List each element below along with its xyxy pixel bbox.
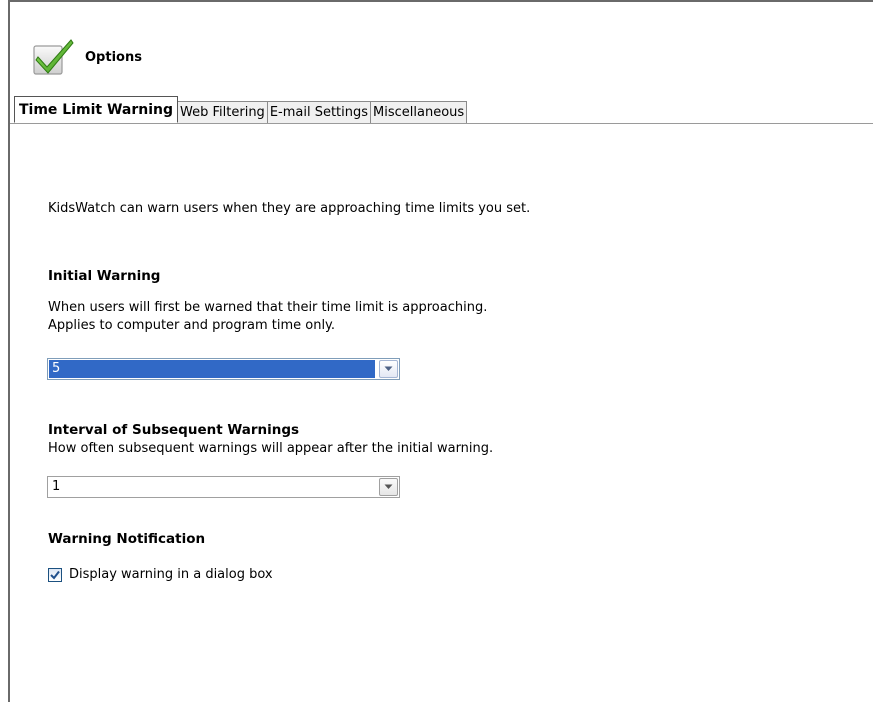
initial-warning-description-2: Applies to computer and program time onl… <box>48 318 336 333</box>
warning-notification-heading: Warning Notification <box>48 531 206 547</box>
tab-bar: Time Limit Warning Web Filtering E-mail … <box>14 96 468 123</box>
initial-warning-value: 5 <box>49 360 375 378</box>
check-icon <box>50 570 60 580</box>
display-warning-checkbox[interactable] <box>48 567 62 582</box>
page-title: Options <box>85 49 142 65</box>
display-warning-option[interactable]: Display warning in a dialog box <box>48 567 273 582</box>
tab-email-settings[interactable]: E-mail Settings <box>266 101 372 123</box>
interval-description: How often subsequent warnings will appea… <box>48 441 494 456</box>
tab-web-filtering[interactable]: Web Filtering <box>177 101 268 123</box>
interval-heading: Interval of Subsequent Warnings <box>48 422 300 438</box>
initial-warning-dropdown-button[interactable] <box>379 360 398 378</box>
initial-warning-heading: Initial Warning <box>48 268 161 284</box>
chevron-down-icon <box>384 366 393 371</box>
tab-time-limit-warning[interactable]: Time Limit Warning <box>14 96 179 123</box>
display-warning-label: Display warning in a dialog box <box>69 567 273 582</box>
interval-dropdown-button[interactable] <box>379 478 398 496</box>
checkmark-icon <box>33 39 74 75</box>
intro-text: KidsWatch can warn users when they are a… <box>48 201 531 216</box>
chevron-down-icon <box>384 484 393 489</box>
initial-warning-description-1: When users will first be warned that the… <box>48 300 488 315</box>
tab-miscellaneous[interactable]: Miscellaneous <box>370 101 468 123</box>
interval-select[interactable]: 1 <box>47 476 400 498</box>
window-border-left <box>8 0 10 702</box>
interval-value: 1 <box>52 479 61 494</box>
options-header: Options <box>32 37 142 77</box>
window-border-top <box>8 0 873 2</box>
initial-warning-select[interactable]: 5 <box>47 358 400 380</box>
